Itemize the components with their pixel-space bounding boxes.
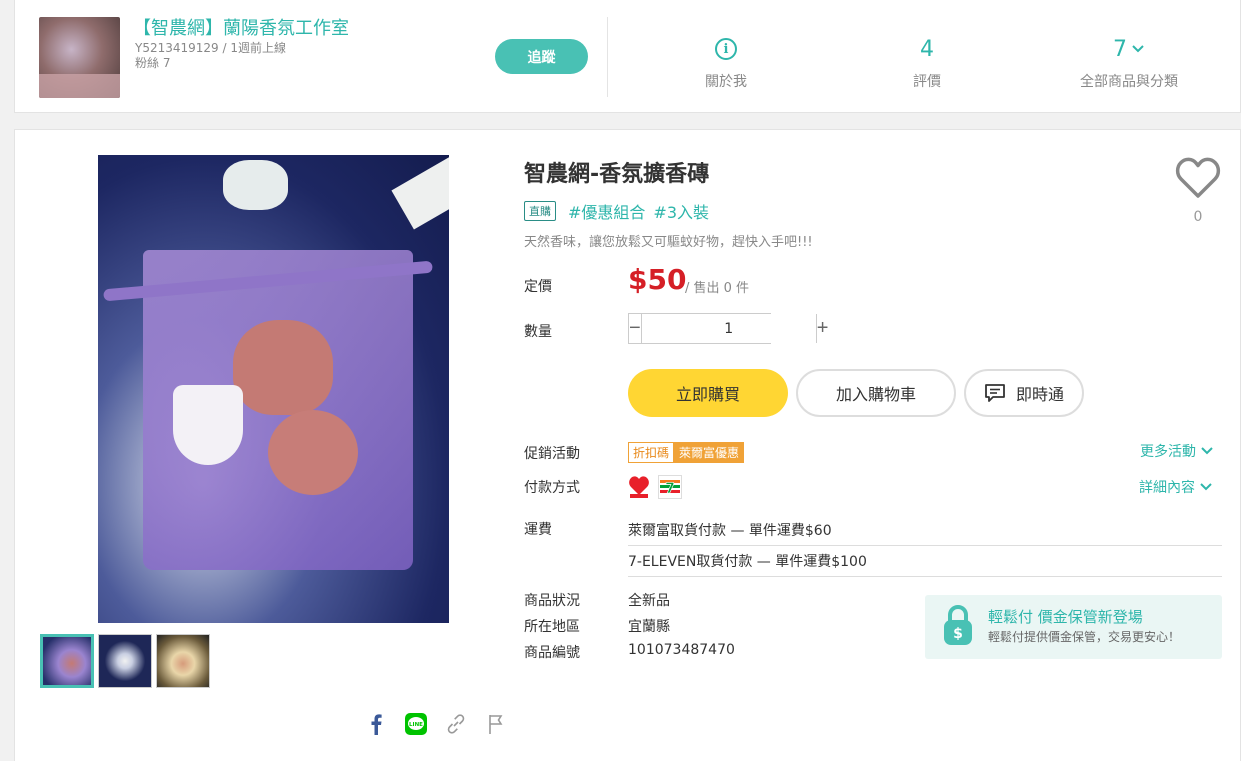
payment-details-link[interactable]: 詳細內容 <box>1139 477 1213 497</box>
seller-followers: 粉絲 7 <box>135 56 171 70</box>
product-title: 智農網-香氛擴香磚 <box>524 162 710 187</box>
hilife-icon <box>628 475 650 499</box>
quantity-increase-button[interactable]: + <box>816 314 829 343</box>
sakura-soap <box>233 320 333 415</box>
safe-pay-title: 輕鬆付 價金保管新登場 <box>988 608 1143 626</box>
detail-label: 所在地區 <box>524 619 580 635</box>
divider <box>628 545 1222 546</box>
link-icon[interactable] <box>445 713 467 735</box>
chat-icon <box>985 384 1005 402</box>
stat-label: 評價 <box>913 74 941 90</box>
hilife-promo-badge[interactable]: 萊爾富優惠 <box>674 442 745 463</box>
promo-label: 促銷活動 <box>524 446 580 462</box>
add-to-cart-button[interactable]: 加入購物車 <box>796 369 956 417</box>
stat-label: 全部商品與分類 <box>1080 74 1178 90</box>
svg-text:7: 7 <box>665 481 675 497</box>
main-product-photo[interactable] <box>98 155 449 623</box>
seller-id-line: Y5213419129 / 1週前上線 <box>135 41 286 55</box>
facebook-icon[interactable] <box>365 713 387 735</box>
payment-icons: 7 <box>628 475 682 499</box>
hashtag-link[interactable]: #優惠組合 <box>568 199 645 223</box>
shipping-option: 萊爾富取貨付款 — 單件運費$60 <box>628 523 832 539</box>
ratings-count: 4 <box>920 36 934 62</box>
shipping-label: 運費 <box>524 522 552 538</box>
condition-value: 全新品 <box>628 593 670 609</box>
stat-about-me[interactable]: i 關於我 <box>626 35 826 91</box>
tulip-soap <box>173 385 243 465</box>
seven-eleven-icon: 7 <box>658 475 682 499</box>
line-icon[interactable]: LINE <box>405 713 427 735</box>
thumbnail-1[interactable] <box>40 634 94 688</box>
hashtag-link[interactable]: #3入裝 <box>653 199 709 223</box>
discount-code-badge[interactable]: 折扣碼 <box>628 442 675 463</box>
info-icon: i <box>715 38 737 60</box>
detail-label: 商品狀況 <box>524 593 580 609</box>
sold-count: / 售出 0 件 <box>685 281 750 296</box>
report-flag-icon[interactable] <box>485 713 507 735</box>
heart-icon[interactable] <box>1175 157 1221 199</box>
svg-text:LINE: LINE <box>409 722 423 728</box>
direct-buy-badge: 直購 <box>524 201 556 221</box>
chevron-down-icon <box>1200 483 1212 491</box>
shipping-option: 7-ELEVEN取貨付款 — 單件運費$100 <box>628 554 867 570</box>
stat-all-products[interactable]: 7 全部商品與分類 <box>1029 35 1229 91</box>
quantity-decrease-button[interactable]: − <box>629 314 641 343</box>
stat-label: 關於我 <box>705 74 747 90</box>
seller-name[interactable]: 【智農網】蘭陽香氛工作室 <box>133 14 349 40</box>
favorite-count: 0 <box>1193 209 1203 225</box>
chevron-down-icon <box>1132 45 1144 53</box>
product-tagline: 天然香味，讓您放鬆又可驅蚊好物，趕快入手吧!!! <box>524 235 813 250</box>
stat-ratings[interactable]: 4 評價 <box>827 35 1027 91</box>
rose-soap <box>268 410 358 495</box>
soap-shape <box>223 160 288 210</box>
more-promos-link[interactable]: 更多活動 <box>1140 441 1214 461</box>
lock-icon: $ <box>944 605 972 645</box>
seller-meta: Y5213419129 / 1週前上線 粉絲 7 <box>135 41 286 71</box>
promo-badges: 折扣碼 萊爾富優惠 <box>628 442 745 463</box>
chat-label: 即時通 <box>1015 387 1064 404</box>
price-label: 定價 <box>524 279 552 295</box>
seller-header: 【智農網】蘭陽香氛工作室 Y5213419129 / 1週前上線 粉絲 7 追蹤… <box>14 0 1241 113</box>
chevron-down-icon <box>1201 447 1213 455</box>
payment-label: 付款方式 <box>524 480 580 496</box>
location-value: 宜蘭縣 <box>628 619 670 635</box>
price-value: $50 <box>628 263 687 296</box>
quantity-input[interactable] <box>640 314 817 343</box>
products-count: 7 <box>1113 36 1127 62</box>
thumbnail-strip <box>40 634 210 688</box>
thumbnail-2[interactable] <box>98 634 152 688</box>
divider <box>607 17 608 97</box>
tag-row: 直購 #優惠組合 #3入裝 <box>524 199 709 223</box>
quantity-stepper: − + <box>628 313 829 344</box>
more-promos-label: 更多活動 <box>1140 444 1196 460</box>
thumbnail-3[interactable] <box>156 634 210 688</box>
divider <box>628 576 1222 577</box>
share-row: LINE <box>365 713 507 735</box>
safe-pay-subtitle: 輕鬆付提供價金保管，交易更安心！ <box>988 630 1181 644</box>
detail-label: 商品編號 <box>524 645 580 661</box>
seller-avatar[interactable] <box>39 17 120 98</box>
chat-button[interactable]: 即時通 <box>964 369 1084 417</box>
payment-details-label: 詳細內容 <box>1139 480 1195 496</box>
svg-text:$: $ <box>953 626 963 642</box>
soap-shape <box>391 155 449 230</box>
product-card: LINE 智農網-香氛擴香磚 直購 #優惠組合 #3入裝 天然香味，讓您放鬆又可… <box>14 129 1241 761</box>
buy-now-button[interactable]: 立即購買 <box>628 369 788 417</box>
product-id-value: 101073487470 <box>628 642 735 658</box>
follow-button[interactable]: 追蹤 <box>495 39 588 74</box>
quantity-label: 數量 <box>524 324 552 340</box>
favorite-block[interactable]: 0 <box>1173 157 1223 225</box>
safe-pay-banner[interactable]: $ 輕鬆付 價金保管新登場 輕鬆付提供價金保管，交易更安心！ <box>925 595 1222 659</box>
